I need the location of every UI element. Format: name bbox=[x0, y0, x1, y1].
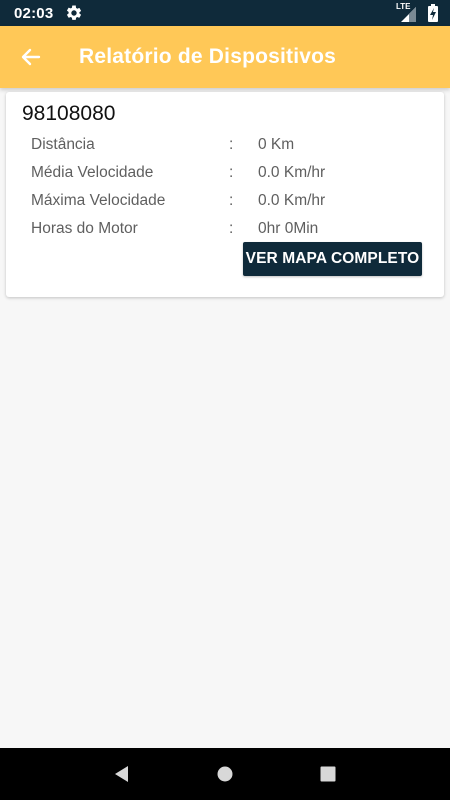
status-bar: 02:03 LTE bbox=[0, 0, 450, 26]
back-triangle-icon[interactable] bbox=[107, 759, 137, 789]
stat-value: 0 Km bbox=[258, 136, 295, 153]
device-report-card: 98108080 Distância : 0 Km Média Velocida… bbox=[6, 92, 444, 297]
stat-label: Distância bbox=[31, 136, 95, 153]
view-full-map-button[interactable]: VER MAPA COMPLETO bbox=[243, 242, 422, 276]
stat-separator: : bbox=[229, 220, 234, 237]
battery-charging-icon bbox=[428, 4, 438, 22]
stat-row-avg-speed: Média Velocidade : 0.0 Km/hr bbox=[31, 159, 431, 187]
stat-value: 0.0 Km/hr bbox=[258, 164, 326, 181]
stat-separator: : bbox=[229, 164, 234, 181]
device-id: 98108080 bbox=[22, 102, 116, 125]
stat-label: Horas do Motor bbox=[31, 220, 138, 237]
page-title: Relatório de Dispositivos bbox=[79, 45, 337, 68]
stat-separator: : bbox=[229, 192, 234, 209]
stat-label: Máxima Velocidade bbox=[31, 192, 166, 209]
stat-separator: : bbox=[229, 136, 234, 153]
system-nav-bar bbox=[0, 748, 450, 800]
device-stats: Distância : 0 Km Média Velocidade : 0.0 … bbox=[31, 131, 431, 243]
recents-square-icon[interactable] bbox=[313, 759, 343, 789]
stat-value: 0.0 Km/hr bbox=[258, 192, 326, 209]
signal-icon: LTE bbox=[396, 2, 418, 22]
stat-value: 0hr 0Min bbox=[258, 220, 319, 237]
settings-gear-icon bbox=[65, 4, 83, 22]
stat-label: Média Velocidade bbox=[31, 164, 154, 181]
back-arrow-icon[interactable] bbox=[17, 43, 45, 71]
stat-row-max-speed: Máxima Velocidade : 0.0 Km/hr bbox=[31, 187, 431, 215]
home-circle-icon[interactable] bbox=[210, 759, 240, 789]
stat-row-engine-hours: Horas do Motor : 0hr 0Min bbox=[31, 215, 431, 243]
stat-row-distance: Distância : 0 Km bbox=[31, 131, 431, 159]
app-bar: Relatório de Dispositivos bbox=[0, 26, 450, 88]
status-icons: LTE bbox=[396, 2, 438, 22]
status-time: 02:03 bbox=[14, 4, 54, 22]
